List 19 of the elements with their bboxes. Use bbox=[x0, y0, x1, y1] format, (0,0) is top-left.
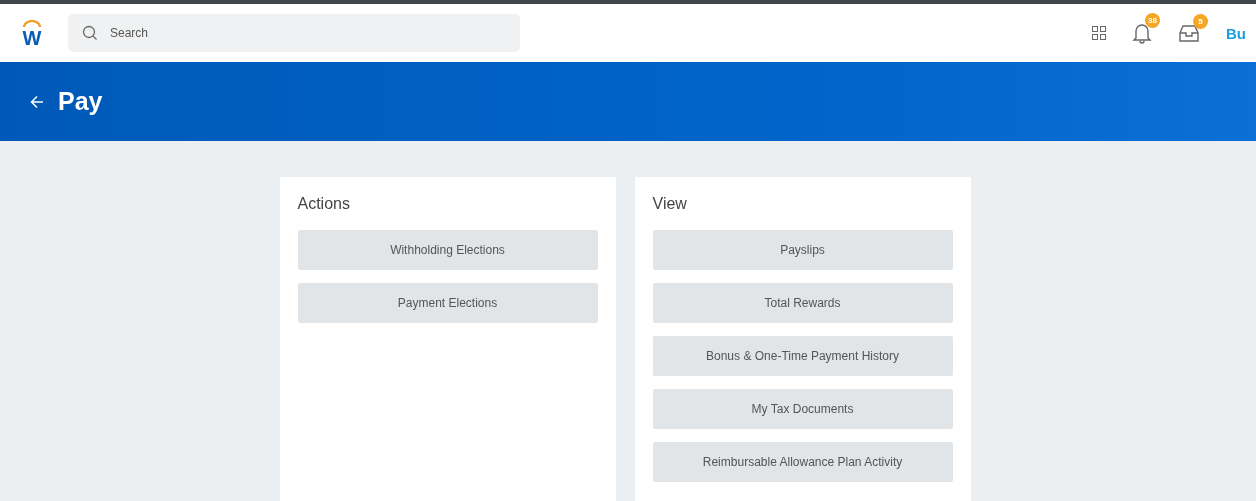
page-title: Pay bbox=[58, 87, 103, 116]
notification-count: 38 bbox=[1145, 13, 1160, 28]
inbox-count: 5 bbox=[1193, 14, 1208, 29]
action-button[interactable]: Total Rewards bbox=[652, 283, 953, 323]
action-button[interactable]: Reimbursable Allowance Plan Activity bbox=[652, 442, 953, 482]
search-field[interactable]: Search bbox=[68, 14, 520, 52]
action-button[interactable]: Payment Elections bbox=[297, 283, 598, 323]
action-button[interactable]: Payslips bbox=[652, 230, 953, 270]
logo[interactable]: W bbox=[20, 18, 44, 48]
card-title: View bbox=[652, 195, 688, 213]
action-button[interactable]: Bonus & One-Time Payment History bbox=[652, 336, 953, 376]
card-title: Actions bbox=[297, 195, 351, 213]
search-icon bbox=[82, 25, 98, 41]
back-arrow-icon[interactable] bbox=[30, 94, 44, 109]
apps-grid-icon[interactable] bbox=[1092, 26, 1106, 40]
notifications-bell-icon[interactable] bbox=[1132, 22, 1152, 44]
action-button[interactable]: My Tax Documents bbox=[652, 389, 953, 429]
action-button[interactable]: Withholding Elections bbox=[297, 230, 598, 270]
inbox-tray-icon[interactable] bbox=[1178, 23, 1200, 43]
